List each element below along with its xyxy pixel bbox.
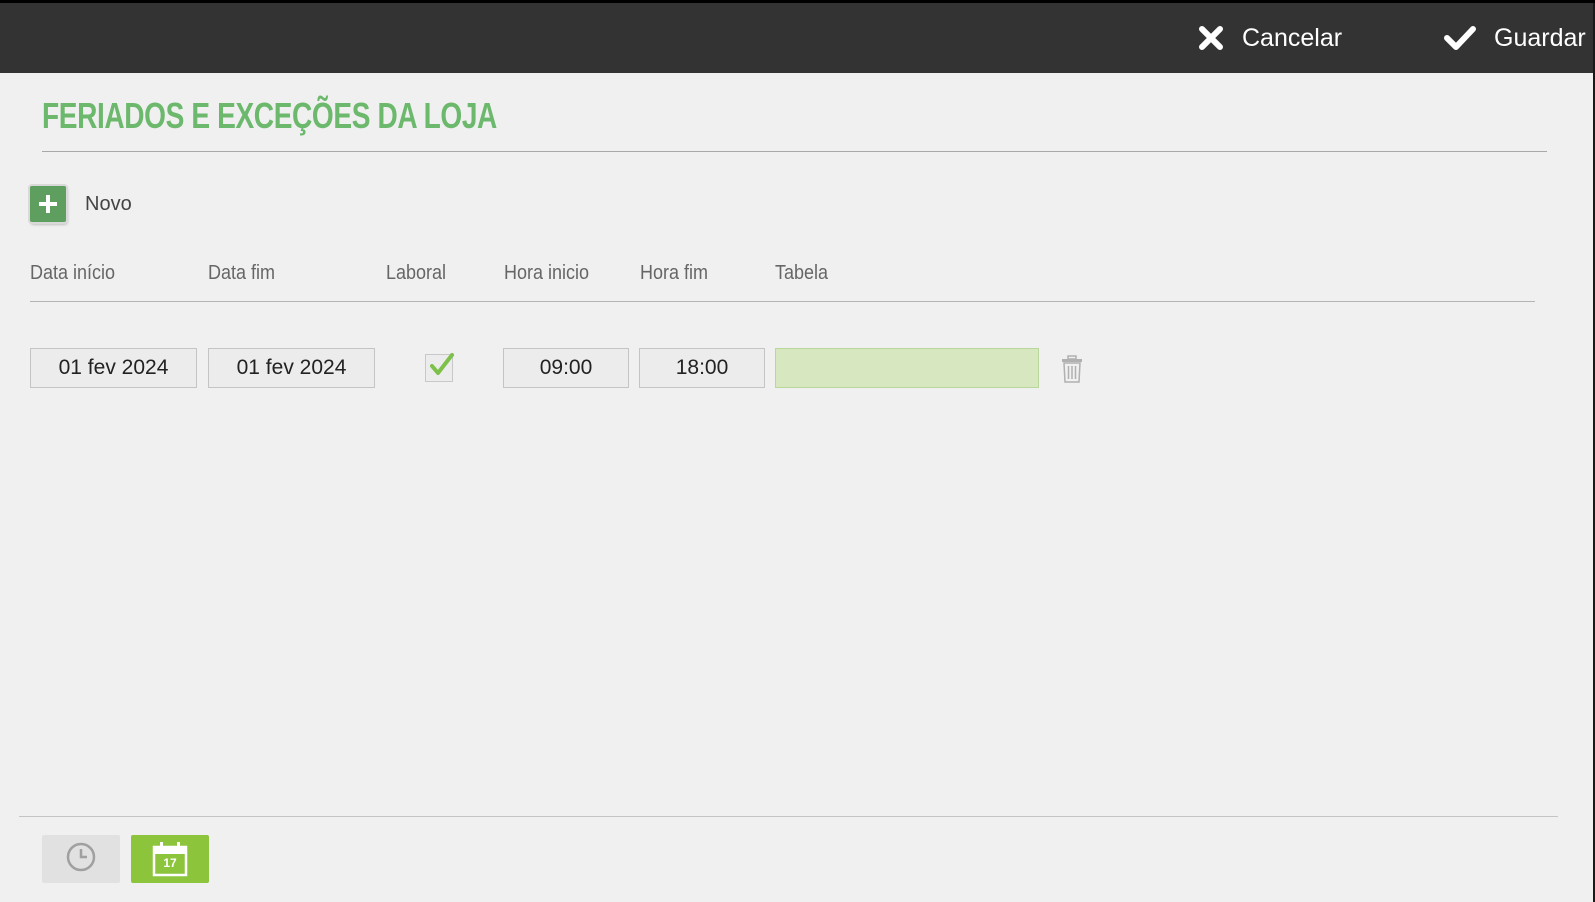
save-button[interactable]: Guardar — [1444, 3, 1586, 73]
delete-row-button[interactable] — [1061, 355, 1083, 388]
column-header-tabela: Tabela — [775, 262, 829, 284]
new-exception-button[interactable]: Novo — [30, 186, 132, 222]
header-divider — [30, 301, 1535, 302]
close-icon — [1198, 25, 1224, 51]
start-time-field[interactable]: 09:00 — [503, 348, 629, 388]
tabela-field[interactable] — [775, 348, 1039, 388]
laboral-checkbox[interactable] — [425, 353, 454, 382]
page-title: Feriados e Exceções da Loja — [42, 95, 497, 136]
app-screen: Cancelar Guardar Feriados e Exceções da … — [0, 3, 1595, 902]
column-header-end-time: Hora fim — [640, 262, 709, 284]
end-date-field[interactable]: 01 fev 2024 — [208, 348, 375, 388]
top-toolbar: Cancelar Guardar — [0, 3, 1593, 73]
holidays-tab-button[interactable]: 17 — [131, 835, 209, 883]
cancel-button[interactable]: Cancelar — [1198, 3, 1342, 73]
new-label: Novo — [85, 192, 132, 215]
save-label: Guardar — [1494, 23, 1586, 52]
column-header-laboral: Laboral — [386, 262, 447, 284]
trash-icon — [1061, 355, 1083, 387]
title-divider — [42, 151, 1547, 152]
plus-icon — [30, 186, 66, 222]
column-header-end-date: Data fim — [208, 262, 276, 284]
start-date-field[interactable]: 01 fev 2024 — [30, 348, 197, 388]
schedule-tab-button[interactable] — [42, 835, 120, 883]
calendar-icon: 17 — [152, 841, 188, 877]
cancel-label: Cancelar — [1242, 23, 1343, 52]
check-icon — [1444, 25, 1476, 51]
end-time-field[interactable]: 18:00 — [639, 348, 765, 388]
column-header-start-time: Hora inicio — [504, 262, 590, 284]
clock-icon — [65, 841, 97, 878]
column-header-start-date: Data início — [30, 262, 116, 284]
footer-divider — [19, 816, 1558, 817]
calendar-day: 17 — [163, 856, 177, 870]
